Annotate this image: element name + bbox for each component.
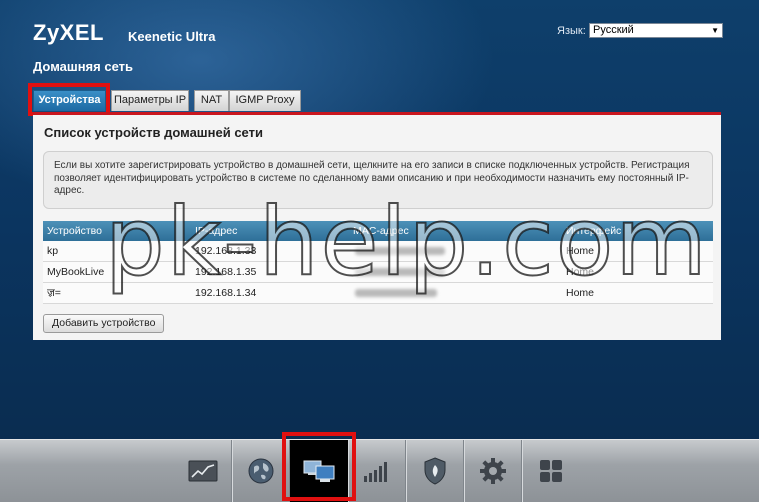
- mac-address-redacted: [355, 268, 445, 276]
- brand-logo: ZyXEL: [33, 20, 104, 45]
- mac-address-redacted: [355, 247, 445, 255]
- nav-highlight-box: [282, 432, 356, 501]
- info-box: Если вы хотите зарегистрировать устройст…: [43, 151, 713, 209]
- apps-grid-icon: [540, 460, 562, 482]
- device-name: ॹ=: [47, 287, 61, 299]
- language-label: Язык:: [557, 25, 586, 37]
- column-header-ip: IP-адрес: [195, 225, 238, 237]
- device-ip: 192.168.1.33: [195, 245, 257, 257]
- device-interface: Home: [566, 266, 595, 278]
- devices-table: Устройство IP-адрес MAC-адрес Интерфейс …: [43, 221, 713, 304]
- nav-apps[interactable]: [522, 440, 580, 502]
- mac-address-redacted: [355, 289, 437, 297]
- security-shield-icon: [424, 457, 446, 485]
- wifi-signal-icon: [364, 462, 387, 482]
- column-header-device: Устройство: [47, 225, 102, 237]
- device-interface: Home: [566, 287, 595, 299]
- nav-security[interactable]: [406, 440, 464, 502]
- statistics-icon: [188, 460, 218, 482]
- tab-nat[interactable]: NAT: [194, 90, 229, 111]
- panel-title: Список устройств домашней сети: [44, 125, 263, 140]
- devices-panel: Список устройств домашней сети Если вы х…: [33, 112, 721, 340]
- nav-statistics[interactable]: [174, 440, 232, 502]
- device-name: kp: [47, 245, 59, 257]
- settings-gear-icon: [480, 458, 506, 484]
- bottom-nav-bar: [0, 439, 759, 502]
- tab-igmp-proxy[interactable]: IGMP Proxy: [229, 90, 301, 111]
- table-header: Устройство IP-адрес MAC-адрес Интерфейс: [43, 221, 713, 241]
- table-row[interactable]: MyBookLive 192.168.1.35 Home: [43, 262, 713, 283]
- nav-wifi[interactable]: [348, 440, 406, 502]
- device-interface: Home: [566, 245, 595, 257]
- device-ip: 192.168.1.34: [195, 287, 257, 299]
- table-row[interactable]: kp 192.168.1.33 Home: [43, 241, 713, 262]
- chevron-down-icon: ▼: [711, 26, 719, 35]
- device-ip: 192.168.1.35: [195, 266, 257, 278]
- table-row[interactable]: ॹ= 192.168.1.34 Home: [43, 283, 713, 304]
- nav-settings[interactable]: [464, 440, 522, 502]
- language-select[interactable]: Русский ▼: [589, 23, 723, 38]
- device-name: MyBookLive: [47, 266, 105, 278]
- column-header-mac: MAC-адрес: [353, 225, 409, 237]
- model-name: Keenetic Ultra: [128, 29, 216, 44]
- language-value: Русский: [593, 24, 634, 36]
- column-header-interface: Интерфейс: [566, 225, 622, 237]
- page-title: Домашняя сеть: [33, 59, 133, 74]
- add-device-button[interactable]: Добавить устройство: [43, 314, 165, 333]
- internet-globe-icon: [248, 458, 274, 484]
- tab-ip-settings[interactable]: Параметры IP: [111, 90, 189, 111]
